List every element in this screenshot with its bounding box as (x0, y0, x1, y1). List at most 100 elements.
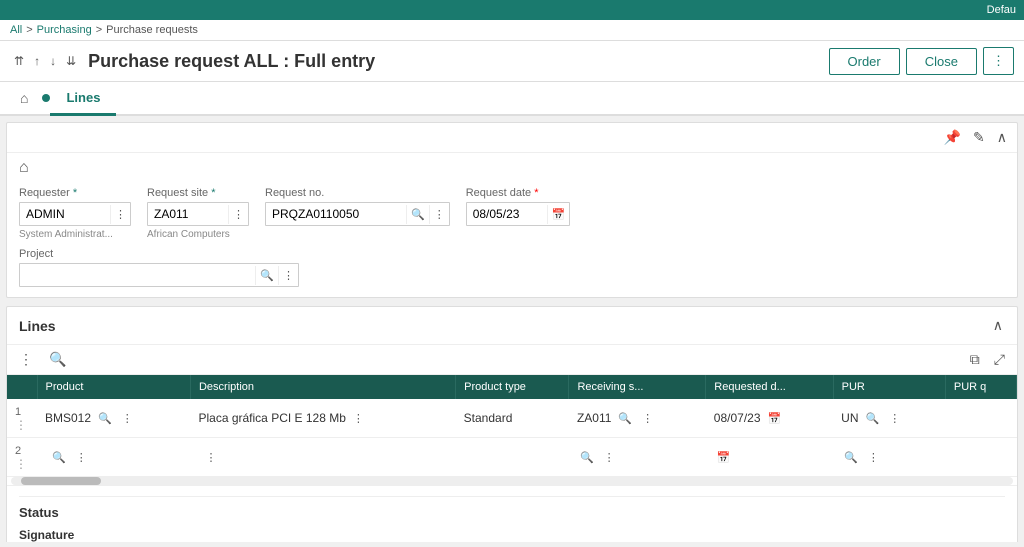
lines-toolbar-right: ⧉ ⤢ (966, 349, 1009, 370)
requester-more-btn[interactable]: ⋮ (110, 205, 130, 224)
request-site-more-btn[interactable]: ⋮ (228, 205, 248, 224)
lines-dots-btn[interactable]: ⋮ (15, 349, 37, 370)
nav-first-btn[interactable]: ⇈ (10, 52, 28, 70)
row-2-site-search[interactable]: 🔍 (577, 450, 597, 465)
row-1-pur: UN 🔍 ⋮ (833, 399, 945, 438)
signature-label: Signature (19, 528, 1005, 542)
col-product: Product (37, 375, 190, 399)
row-1-pur-more[interactable]: ⋮ (886, 411, 903, 426)
requester-input[interactable] (20, 203, 110, 225)
row-2-dots[interactable]: ⋮ (15, 457, 27, 471)
breadcrumb-all[interactable]: All (10, 24, 22, 36)
row-1-pur-search[interactable]: 🔍 (863, 411, 883, 426)
col-pur-qty: PUR q (945, 375, 1016, 399)
request-date-input-wrap: 📅 (466, 202, 571, 226)
request-no-more-btn[interactable]: ⋮ (429, 205, 449, 224)
nav-prev-btn[interactable]: ↑ (30, 52, 44, 70)
form-home-icon: ⌂ (19, 159, 29, 177)
request-date-label: Request date * (466, 187, 571, 199)
request-no-field: Request no. 🔍 ⋮ (265, 187, 450, 226)
page-header: ⇈ ↑ ↓ ⇊ Purchase request ALL : Full entr… (0, 41, 1024, 82)
lines-expand-btn[interactable]: ⤢ (990, 349, 1009, 370)
form-row-1: Requester * ⋮ System Administrat... Requ… (19, 187, 1005, 240)
table-row: 2 ⋮ 🔍 ⋮ (7, 438, 1017, 477)
project-label: Project (19, 248, 1005, 260)
status-title: Status (19, 496, 1005, 520)
request-no-label: Request no. (265, 187, 450, 199)
row-2-desc-more[interactable]: ⋮ (202, 450, 219, 465)
header-left: ⇈ ↑ ↓ ⇊ Purchase request ALL : Full entr… (10, 51, 375, 72)
scrollbar-thumb (21, 477, 101, 485)
row-1-site-search[interactable]: 🔍 (615, 411, 635, 426)
row-2-pur-qty (945, 438, 1016, 477)
table-row: 1 ⋮ BMS012 🔍 ⋮ Placa grá (7, 399, 1017, 438)
tab-dot (42, 94, 50, 102)
row-2-site-more[interactable]: ⋮ (601, 450, 618, 465)
row-1-site-more[interactable]: ⋮ (639, 411, 656, 426)
nav-next-btn[interactable]: ↓ (46, 52, 60, 70)
row-2-num: 2 ⋮ (7, 438, 37, 477)
pin-icon[interactable]: 📌 (942, 127, 963, 148)
project-search-btn[interactable]: 🔍 (255, 266, 278, 285)
requester-input-wrap: ⋮ (19, 202, 131, 226)
edit-icon[interactable]: ✎ (971, 127, 987, 148)
main-content: 📌 ✎ ∧ ⌂ Requester * ⋮ System Administrat… (0, 116, 1024, 542)
project-input-wrap: 🔍 ⋮ (19, 263, 299, 287)
row-1-product-more[interactable]: ⋮ (119, 411, 136, 426)
request-site-subtext: African Computers (147, 229, 249, 240)
lines-layers-btn[interactable]: ⧉ (966, 349, 984, 370)
nav-arrows: ⇈ ↑ ↓ ⇊ (10, 52, 80, 70)
col-requested-date: Requested d... (706, 375, 833, 399)
row-1-product-search[interactable]: 🔍 (95, 411, 115, 426)
row-1-date-cal[interactable]: 📅 (765, 411, 785, 426)
row-2-receiving-site: 🔍 ⋮ (569, 438, 706, 477)
table-body: 1 ⋮ BMS012 🔍 ⋮ Placa grá (7, 399, 1017, 486)
card-toolbar: 📌 ✎ ∧ (7, 123, 1017, 153)
tab-lines[interactable]: Lines (50, 82, 116, 116)
row-2-product-search[interactable]: 🔍 (49, 450, 69, 465)
col-pur: PUR (833, 375, 945, 399)
row-2-product-more[interactable]: ⋮ (73, 450, 90, 465)
project-input[interactable] (20, 264, 255, 286)
order-button[interactable]: Order (829, 48, 900, 75)
row-2-pur-more[interactable]: ⋮ (865, 450, 882, 465)
collapse-icon[interactable]: ∧ (995, 127, 1009, 148)
row-1-desc-more[interactable]: ⋮ (350, 411, 367, 426)
row-2-description: ⋮ (190, 438, 455, 477)
row-1-product-type: Standard (456, 399, 569, 438)
request-no-search-btn[interactable]: 🔍 (406, 205, 429, 224)
request-site-label: Request site * (147, 187, 249, 199)
row-1-num: 1 ⋮ (7, 399, 37, 438)
lines-search-btn[interactable]: 🔍 (45, 349, 70, 370)
row-2-product-type (456, 438, 569, 477)
breadcrumb-sep2: > (96, 24, 102, 36)
lines-table: Product Description Product type Receivi… (7, 375, 1017, 486)
project-more-btn[interactable]: ⋮ (278, 266, 298, 285)
request-site-input[interactable] (148, 203, 228, 225)
request-date-calendar-btn[interactable]: 📅 (547, 205, 570, 224)
request-no-input[interactable] (266, 203, 406, 225)
row-2-pur: 🔍 ⋮ (833, 438, 945, 477)
lines-collapse-icon[interactable]: ∧ (991, 315, 1005, 336)
row-1-product: BMS012 🔍 ⋮ (37, 399, 190, 438)
tab-home-icon[interactable]: ⌂ (10, 82, 38, 114)
row-2-date-cal[interactable]: 📅 (714, 450, 734, 465)
nav-last-btn[interactable]: ⇊ (62, 52, 80, 70)
breadcrumb-current: Purchase requests (106, 24, 198, 36)
breadcrumb-purchasing[interactable]: Purchasing (37, 24, 92, 36)
project-field: Project 🔍 ⋮ (19, 248, 1005, 287)
row-2-pur-search[interactable]: 🔍 (841, 450, 861, 465)
lines-header: Lines ∧ (7, 307, 1017, 345)
requester-label: Requester * (19, 187, 131, 199)
request-date-input[interactable] (467, 203, 547, 225)
close-button[interactable]: Close (906, 48, 977, 75)
breadcrumb-sep1: > (26, 24, 32, 36)
row-1-requested-date: 08/07/23 📅 (706, 399, 833, 438)
row-1-dots[interactable]: ⋮ (15, 418, 27, 432)
form-body: Requester * ⋮ System Administrat... Requ… (7, 177, 1017, 297)
horizontal-scrollbar[interactable] (11, 477, 1013, 485)
request-date-field: Request date * 📅 (466, 187, 571, 226)
more-button[interactable]: ⋮ (983, 47, 1014, 75)
top-bar: Defau (0, 0, 1024, 20)
form-card: 📌 ✎ ∧ ⌂ Requester * ⋮ System Administrat… (6, 122, 1018, 298)
